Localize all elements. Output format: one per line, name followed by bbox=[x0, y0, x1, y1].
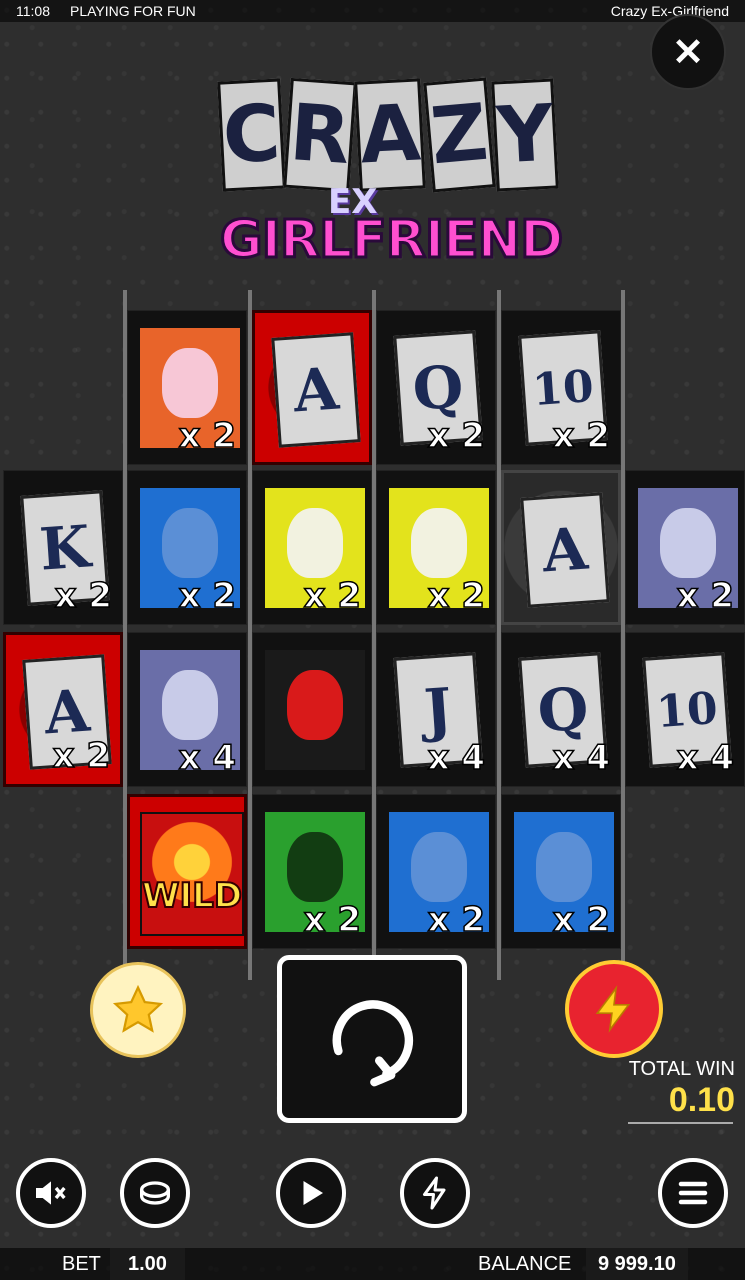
reel-symbol-a: Ax 2 bbox=[3, 632, 123, 787]
star-icon bbox=[112, 984, 164, 1033]
mute-icon bbox=[36, 1181, 66, 1205]
bet-value[interactable]: 1.00 bbox=[110, 1248, 185, 1280]
card-rank: A bbox=[271, 332, 361, 448]
reel-symbol-poison: x 4 bbox=[127, 632, 247, 787]
multiplier-label: x 4 bbox=[676, 737, 735, 779]
divider bbox=[628, 1122, 733, 1124]
reel-symbol-blue-man: x 2 bbox=[501, 794, 621, 949]
reel-symbol-poison: x 2 bbox=[625, 470, 745, 625]
spin-button[interactable] bbox=[277, 955, 467, 1123]
reel-symbol-bunny: x 2 bbox=[127, 310, 247, 465]
multiplier-label: x 2 bbox=[303, 899, 362, 941]
logo-letter: Y bbox=[491, 78, 560, 192]
symbol-figure bbox=[287, 508, 343, 578]
sound-toggle-button[interactable] bbox=[16, 1158, 86, 1228]
reel-symbol-clown-woman: x 2 bbox=[252, 470, 372, 625]
multiplier-label: x 2 bbox=[54, 575, 113, 617]
symbol-figure bbox=[287, 670, 343, 740]
multiplier-label: x 2 bbox=[52, 735, 111, 777]
logo-letter: Z bbox=[423, 77, 495, 193]
reel-symbol-green-monster: x 2 bbox=[252, 794, 372, 949]
balance-label: BALANCE bbox=[478, 1253, 572, 1275]
scissors-art bbox=[263, 648, 367, 772]
balance-value: 9 999.10 bbox=[586, 1248, 688, 1280]
logo-crazy: C R A Z Y bbox=[217, 77, 560, 193]
card-rank: A bbox=[520, 492, 610, 608]
reel-grid: x 2AQx 2 10 x 2Kx 2x 2x 2x 2Ax 2Ax 2x 4Jx … bbox=[0, 300, 745, 950]
multiplier-label: x 4 bbox=[178, 737, 237, 779]
autoplay-button[interactable] bbox=[276, 1158, 346, 1228]
reel-symbol-wild: WILD bbox=[127, 794, 247, 949]
reel-symbol-a: A bbox=[252, 310, 372, 465]
symbol-figure bbox=[287, 832, 343, 902]
reel-symbol-j: Jx 4 bbox=[376, 632, 496, 787]
multiplier-label: x 2 bbox=[178, 575, 237, 617]
reel-symbol-blue-man: x 2 bbox=[376, 794, 496, 949]
logo-letter: A bbox=[354, 78, 427, 192]
symbol-figure bbox=[660, 508, 716, 578]
reel-symbol-q: Qx 2 bbox=[376, 310, 496, 465]
menu-button[interactable] bbox=[658, 1158, 728, 1228]
reel-symbol-10: 10 x 4 bbox=[625, 632, 745, 787]
close-button[interactable]: ✕ bbox=[650, 14, 726, 90]
logo-letter: C bbox=[217, 78, 287, 192]
symbol-figure bbox=[411, 832, 467, 902]
symbol-figure bbox=[162, 670, 218, 740]
coin-icon bbox=[140, 1181, 170, 1205]
multiplier-label: x 2 bbox=[178, 415, 237, 457]
symbol-figure bbox=[536, 832, 592, 902]
spin-icon bbox=[332, 1000, 413, 1087]
total-win-label: TOTAL WIN bbox=[628, 1058, 735, 1080]
reel-symbol-k: Kx 2 bbox=[3, 470, 123, 625]
lightning-icon bbox=[423, 1176, 446, 1210]
wild-label: WILD bbox=[141, 875, 243, 917]
logo-girlfriend: GIRLFRIEND bbox=[219, 209, 565, 272]
bet-label: BET bbox=[62, 1253, 101, 1275]
reel-symbol-scissors bbox=[252, 632, 372, 787]
multiplier-label: x 2 bbox=[427, 415, 486, 457]
multiplier-label: x 2 bbox=[303, 575, 362, 617]
reel-symbol-10: 10 x 2 bbox=[501, 310, 621, 465]
play-mode-label: PLAYING FOR FUN bbox=[70, 3, 196, 19]
multiplier-label: x 2 bbox=[676, 575, 735, 617]
multiplier-label: x 2 bbox=[427, 899, 486, 941]
close-icon: ✕ bbox=[672, 31, 704, 74]
reel-symbol-q: Qx 4 bbox=[501, 632, 621, 787]
wild-symbol-art: WILD bbox=[140, 812, 244, 936]
turbo-button[interactable] bbox=[400, 1158, 470, 1228]
symbol-figure bbox=[162, 348, 218, 418]
status-bar: 11:08 PLAYING FOR FUN Crazy Ex-Girlfrien… bbox=[0, 0, 745, 22]
turbo-feature-button[interactable] bbox=[565, 960, 663, 1058]
hamburger-icon bbox=[678, 1181, 708, 1205]
reel-symbol-blue-man: x 2 bbox=[127, 470, 247, 625]
multiplier-label: x 4 bbox=[552, 737, 611, 779]
multiplier-label: x 2 bbox=[552, 899, 611, 941]
total-win-value: 0.10 bbox=[668, 1081, 735, 1119]
symbol-figure bbox=[162, 508, 218, 578]
game-logo: C R A Z Y EX GIRLFRIEND bbox=[210, 40, 565, 280]
total-win-panel: TOTAL WIN 0.10 bbox=[600, 1058, 735, 1124]
reel-symbol-a: A bbox=[501, 470, 621, 625]
bottom-bar: BET 1.00 BALANCE 9 999.10 bbox=[0, 1248, 745, 1280]
reel-symbol-clown-woman: x 2 bbox=[376, 470, 496, 625]
multiplier-label: x 2 bbox=[427, 575, 486, 617]
clock: 11:08 bbox=[16, 3, 50, 19]
bet-settings-button[interactable] bbox=[120, 1158, 190, 1228]
symbol-figure bbox=[411, 508, 467, 578]
play-icon bbox=[303, 1181, 323, 1205]
multiplier-label: x 2 bbox=[552, 415, 611, 457]
multiplier-label: x 4 bbox=[427, 737, 486, 779]
lightning-icon bbox=[595, 985, 631, 1033]
favorite-button[interactable] bbox=[90, 962, 186, 1058]
logo-letter: R bbox=[283, 77, 358, 193]
